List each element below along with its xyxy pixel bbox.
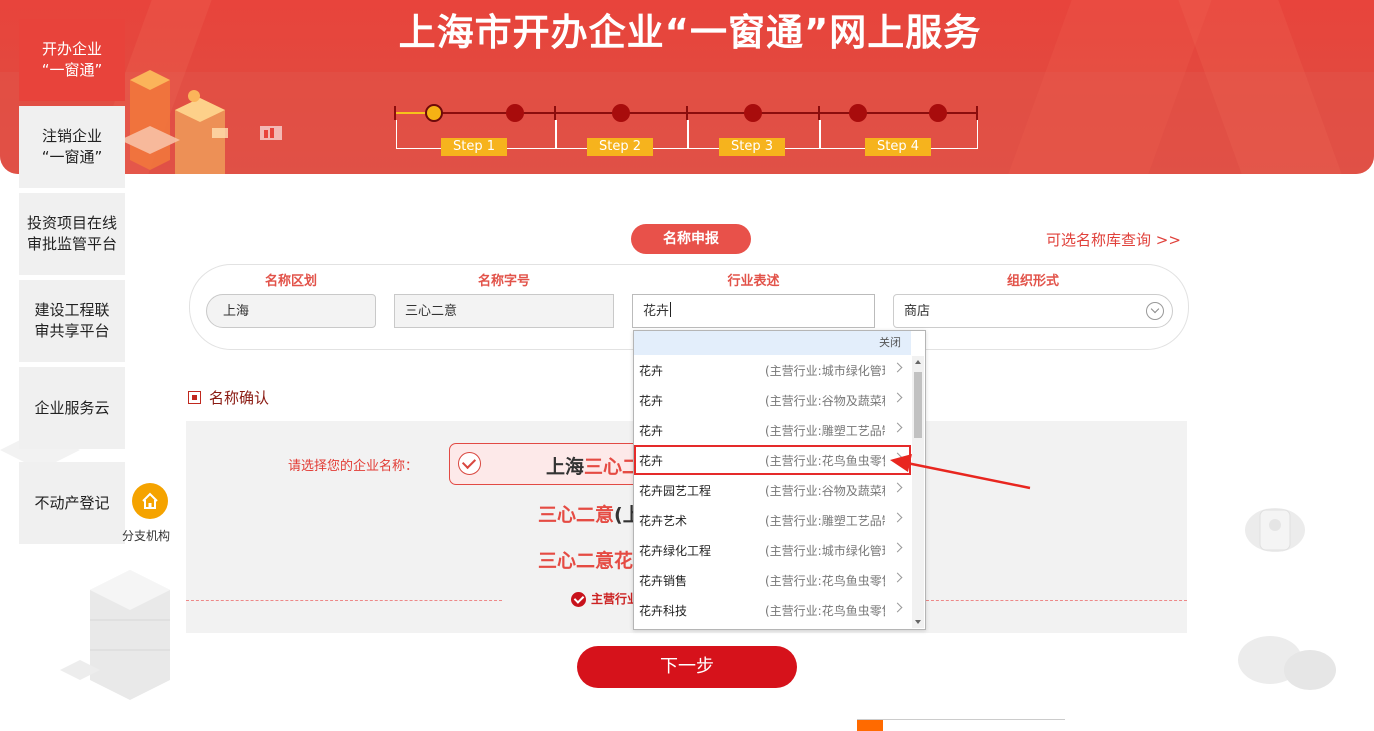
option-desc: (主营行业:谷物及蔬菜种植) (765, 484, 885, 498)
dropdown-option[interactable]: 花卉 (主营行业:谷物及蔬菜种植) (634, 385, 911, 415)
option-desc: (主营行业:花鸟鱼虫零售) (765, 604, 885, 618)
region-label: 名称区划 (264, 274, 317, 289)
option-name: 花卉绿化工程 (639, 544, 712, 558)
name-library-link[interactable]: 可选名称库查询 >> (1046, 229, 1181, 250)
branch-office-button[interactable] (132, 483, 168, 519)
choose-name-label: 请选择您的企业名称： (288, 459, 419, 474)
divider (186, 600, 502, 601)
region-value: 上海 (223, 304, 250, 319)
option-name: 花卉 (639, 394, 664, 408)
step-2-label[interactable]: Step 2 (587, 138, 653, 156)
step-tick (394, 106, 396, 120)
name-confirm-title: 名称确认 (209, 389, 270, 407)
option-2-black: (上 (614, 504, 634, 526)
option-2-red: 三心二意 (538, 504, 615, 526)
scroll-up-icon[interactable] (915, 360, 921, 364)
nav-item-construction-review[interactable]: 建设工程联 审共享平台 (19, 280, 125, 362)
chevron-right-icon (892, 572, 903, 583)
dropdown-option[interactable]: 花卉 (主营行业:雕塑工艺品制造) (634, 415, 911, 445)
chevron-right-icon (892, 362, 903, 373)
option-name: 花卉 (639, 424, 664, 438)
check-icon (458, 452, 481, 475)
option-desc: (主营行业:城市绿化管理) (765, 364, 885, 378)
dropdown-option[interactable]: 花卉销售 (主营行业:花鸟鱼虫零售) (634, 565, 911, 595)
option-desc: (主营行业:花鸟鱼虫零售) (765, 454, 885, 468)
dropdown-option[interactable]: 花卉绿化工程 (主营行业:城市绿化管理) (634, 535, 911, 565)
section-marker-icon (188, 391, 201, 404)
region-field[interactable]: 上海 (206, 294, 376, 328)
chevron-right-icon (892, 542, 903, 553)
org-form-select[interactable]: 商店 (893, 294, 1173, 328)
option-desc: (主营行业:雕塑工艺品制造) (765, 514, 885, 528)
option-name: 花卉园艺工程 (639, 484, 712, 498)
step-tick (818, 106, 820, 120)
trade-name-value: 三心二意 (405, 304, 458, 319)
nav-item-real-estate[interactable]: 不动产登记 (19, 462, 125, 544)
option-desc: (主营行业:谷物及蔬菜种植) (765, 394, 885, 408)
ime-toolbar (857, 719, 1065, 731)
step-1-label[interactable]: Step 1 (441, 138, 507, 156)
name-option-3[interactable]: 三心二意花 (538, 546, 634, 573)
header-banner: 上海市开办企业“一窗通”网上服务 Step 1 Step 2 Step 3 St… (0, 0, 1374, 174)
chevron-right-icon (892, 392, 903, 403)
dropdown-option[interactable]: 花卉 (主营行业:城市绿化管理) (634, 355, 911, 385)
robot-illustration-icon (1238, 508, 1336, 690)
step-4-label[interactable]: Step 4 (865, 138, 931, 156)
main-industry-indicator: 主营行业 (571, 590, 639, 607)
option-desc: (主营行业:城市绿化管理) (765, 544, 885, 558)
dropdown-close-button[interactable]: 关闭 (634, 331, 911, 355)
name-confirm-heading: 名称确认 (188, 387, 269, 408)
step-3-label[interactable]: Step 3 (719, 138, 785, 156)
city-illustration-icon (120, 70, 282, 174)
chevron-down-icon[interactable] (1146, 302, 1164, 320)
option-name: 花卉销售 (639, 574, 688, 588)
scroll-down-icon[interactable] (915, 620, 921, 624)
option-name: 花卉艺术 (639, 514, 688, 528)
chevron-right-icon (892, 602, 903, 613)
name-declaration-title: 名称申报 (631, 224, 751, 254)
industry-label: 行业表述 (727, 274, 780, 289)
trade-name-field[interactable]: 三心二意 (394, 294, 614, 328)
org-form-value: 商店 (904, 304, 931, 319)
name-option-text: 上海三心二 (546, 452, 641, 479)
home-icon (142, 492, 158, 509)
dropdown-option[interactable]: 花卉园艺工程 (主营行业:谷物及蔬菜种植) (634, 475, 911, 505)
trade-name-label: 名称字号 (477, 274, 530, 289)
industry-value: 花卉 (643, 304, 670, 319)
main-industry-text: 主营行业 (591, 592, 639, 606)
ime-logo-icon (857, 720, 883, 731)
chevron-right-icon (892, 422, 903, 433)
step-tick (686, 106, 688, 120)
option-desc: (主营行业:雕塑工艺品制造) (765, 424, 885, 438)
step-tick (554, 106, 556, 120)
dropdown-option[interactable]: 花卉艺术 (主营行业:雕塑工艺品制造) (634, 505, 911, 535)
option-name: 花卉 (639, 364, 664, 378)
step-tick (976, 106, 978, 120)
step-progress: Step 1 Step 2 Step 3 Step 4 (394, 98, 984, 162)
chevron-right-icon (892, 512, 903, 523)
nav-item-investment-approval[interactable]: 投资项目在线 审批监管平台 (19, 193, 125, 275)
option-name: 花卉 (639, 454, 664, 468)
dropdown-option-highlighted[interactable]: 花卉 (主营行业:花鸟鱼虫零售) (634, 445, 911, 475)
divider (926, 600, 1187, 601)
industry-field[interactable]: 花卉 (632, 294, 875, 328)
text-cursor (670, 302, 672, 317)
page-title: 上海市开办企业“一窗通”网上服务 (398, 11, 982, 54)
nav-item-open-business[interactable]: 开办企业 “一窗通” (19, 19, 125, 101)
name-option-2[interactable]: 三心二意(上 (538, 500, 634, 527)
option-desc: (主营行业:花鸟鱼虫零售) (765, 574, 885, 588)
name-prefix: 上海 (546, 456, 585, 478)
org-form-label: 组织形式 (1006, 274, 1059, 289)
nav-item-close-business[interactable]: 注销企业 “一窗通” (19, 106, 125, 188)
annotation-arrow-icon (890, 454, 1031, 490)
dropdown-option[interactable]: 花卉科技 (主营行业:花鸟鱼虫零售) (634, 595, 911, 625)
next-step-button[interactable]: 下一步 (577, 646, 797, 688)
nav-item-enterprise-cloud[interactable]: 企业服务云 (19, 367, 125, 449)
option-name: 花卉科技 (639, 604, 688, 618)
branch-office-label[interactable]: 分支机构 (122, 527, 170, 544)
scrollbar-thumb[interactable] (914, 372, 922, 438)
check-circle-icon (571, 592, 586, 607)
industry-suggestion-dropdown[interactable]: 关闭 花卉 (主营行业:城市绿化管理) 花卉 (主营行业:谷物及蔬菜种植) 花卉 (主… (633, 330, 926, 630)
